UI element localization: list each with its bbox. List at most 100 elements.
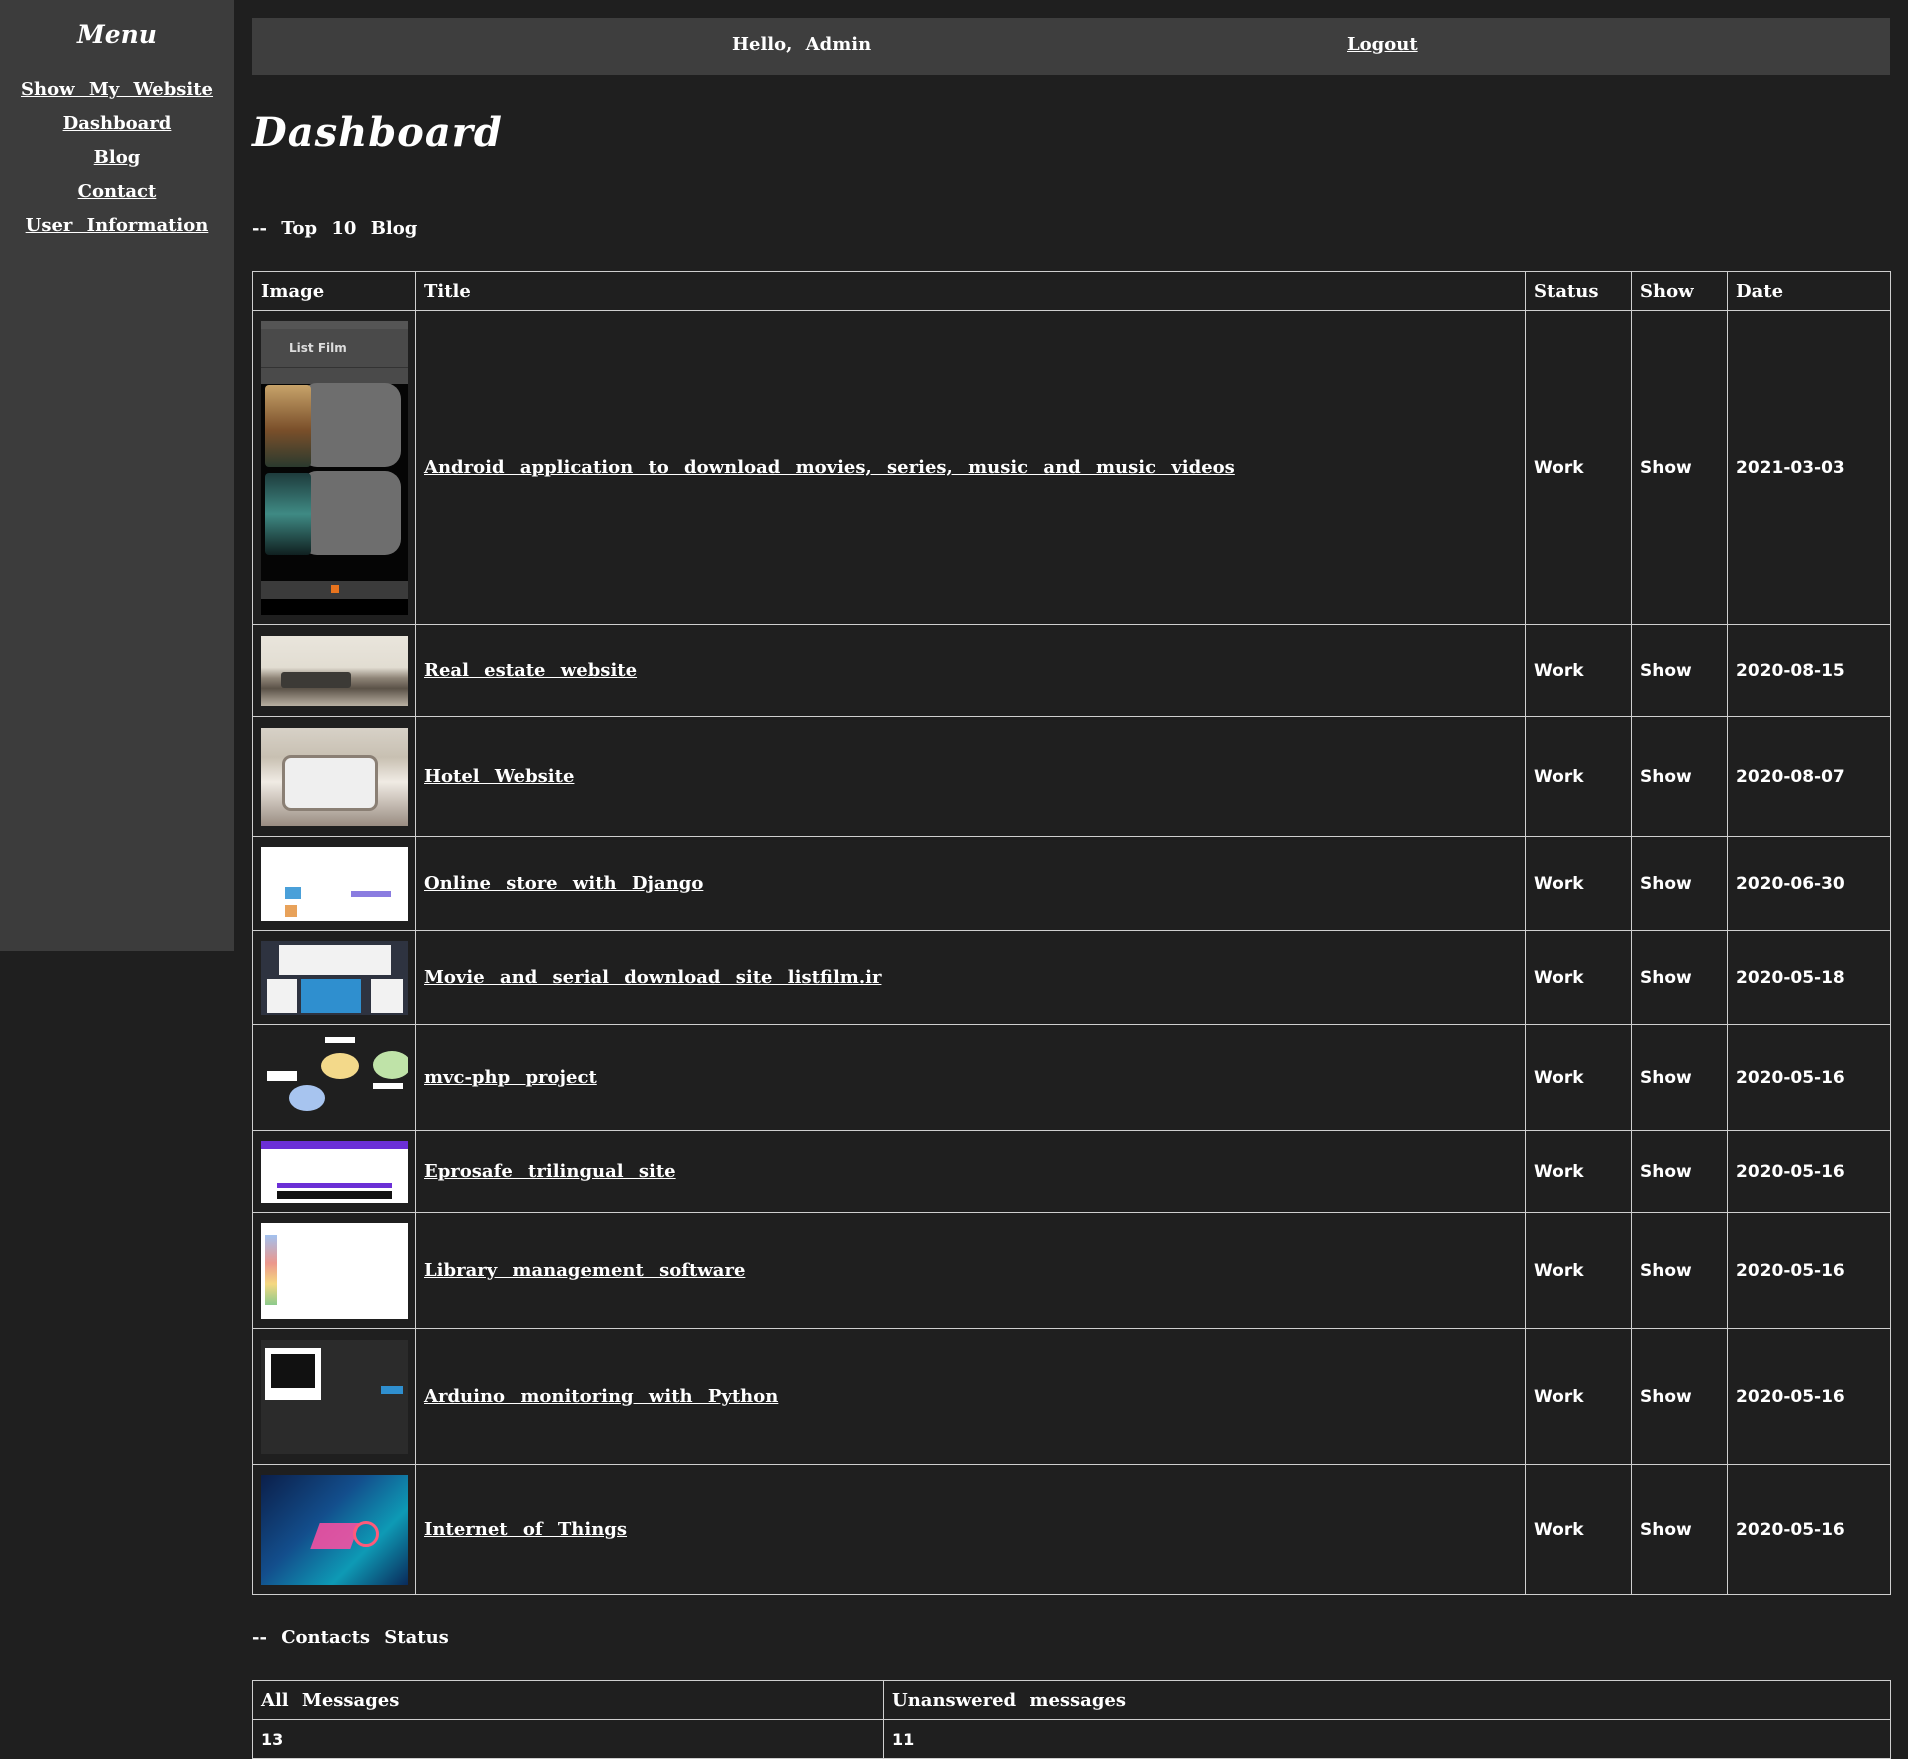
blog-title-link[interactable]: Library management software bbox=[424, 1260, 745, 1281]
status-cell: Work bbox=[1525, 930, 1632, 1025]
blog-title-link[interactable]: Hotel Website bbox=[424, 766, 574, 787]
table-row: Movie and serial download site listfilm.… bbox=[252, 930, 1891, 1025]
status-cell: Work bbox=[1525, 1024, 1632, 1131]
status-cell: Work bbox=[1525, 1130, 1632, 1213]
blog-thumbnail[interactable] bbox=[261, 940, 408, 1015]
sidebar: Menu Show My Website Dashboard Blog Cont… bbox=[0, 0, 234, 951]
title-cell: Android application to download movies, … bbox=[415, 310, 1526, 625]
blog-thumbnail[interactable] bbox=[261, 1032, 408, 1123]
show-cell[interactable]: Show bbox=[1631, 716, 1728, 837]
sidebar-item-show-my-website[interactable]: Show My Website bbox=[0, 73, 234, 107]
image-cell bbox=[252, 624, 416, 717]
column-header-image: Image bbox=[252, 271, 416, 311]
title-cell: Online store with Django bbox=[415, 836, 1526, 931]
show-cell[interactable]: Show bbox=[1631, 1328, 1728, 1465]
blog-section-heading: -- Top 10 Blog bbox=[252, 218, 418, 239]
column-header-show: Show bbox=[1631, 271, 1728, 311]
blog-thumbnail[interactable] bbox=[261, 846, 408, 921]
title-cell: Eprosafe trilingual site bbox=[415, 1130, 1526, 1213]
show-cell[interactable]: Show bbox=[1631, 1024, 1728, 1131]
column-header-all-messages: All Messages bbox=[252, 1680, 884, 1720]
status-cell: Work bbox=[1525, 1328, 1632, 1465]
image-cell bbox=[252, 1464, 416, 1595]
blog-title-link[interactable]: Real estate website bbox=[424, 660, 637, 681]
table-row: Hotel Website Work Show 2020-08-07 bbox=[252, 716, 1891, 837]
column-header-title: Title bbox=[415, 271, 1526, 311]
sidebar-item-blog[interactable]: Blog bbox=[0, 141, 234, 175]
sidebar-item-contact[interactable]: Contact bbox=[0, 175, 234, 209]
show-cell[interactable]: Show bbox=[1631, 1130, 1728, 1213]
greeting: Hello, Admin bbox=[732, 34, 872, 55]
title-cell: Real estate website bbox=[415, 624, 1526, 717]
all-messages-count: 13 bbox=[252, 1719, 884, 1759]
sidebar-item-user-information[interactable]: User Information bbox=[0, 209, 234, 243]
date-cell: 2020-05-16 bbox=[1727, 1024, 1891, 1131]
date-cell: 2020-06-30 bbox=[1727, 836, 1891, 931]
title-cell: Library management software bbox=[415, 1212, 1526, 1329]
image-cell bbox=[252, 836, 416, 931]
blog-thumbnail[interactable] bbox=[261, 1222, 408, 1319]
blog-thumbnail[interactable] bbox=[261, 727, 408, 826]
title-cell: Internet of Things bbox=[415, 1464, 1526, 1595]
column-header-unanswered-messages: Unanswered messages bbox=[883, 1680, 1891, 1720]
image-cell bbox=[252, 1212, 416, 1329]
image-cell bbox=[252, 1024, 416, 1131]
show-cell[interactable]: Show bbox=[1631, 1464, 1728, 1595]
sidebar-item-dashboard[interactable]: Dashboard bbox=[0, 107, 234, 141]
table-row: Arduino monitoring with Python Work Show… bbox=[252, 1328, 1891, 1465]
date-cell: 2020-05-18 bbox=[1727, 930, 1891, 1025]
column-header-status: Status bbox=[1525, 271, 1632, 311]
contacts-table: All Messages Unanswered messages 13 11 bbox=[252, 1680, 1891, 1759]
date-cell: 2020-05-16 bbox=[1727, 1212, 1891, 1329]
status-cell: Work bbox=[1525, 310, 1632, 625]
blog-table: Image Title Status Show Date List Film A… bbox=[252, 271, 1891, 1595]
status-cell: Work bbox=[1525, 1464, 1632, 1595]
show-cell[interactable]: Show bbox=[1631, 310, 1728, 625]
column-header-date: Date bbox=[1727, 271, 1891, 311]
show-cell[interactable]: Show bbox=[1631, 1212, 1728, 1329]
table-row: mvc-php project Work Show 2020-05-16 bbox=[252, 1024, 1891, 1131]
table-row: Library management software Work Show 20… bbox=[252, 1212, 1891, 1329]
table-row: Internet of Things Work Show 2020-05-16 bbox=[252, 1464, 1891, 1595]
blog-title-link[interactable]: Internet of Things bbox=[424, 1519, 627, 1540]
table-row: Eprosafe trilingual site Work Show 2020-… bbox=[252, 1130, 1891, 1213]
contacts-section-heading: -- Contacts Status bbox=[252, 1627, 449, 1648]
show-cell[interactable]: Show bbox=[1631, 836, 1728, 931]
blog-title-link[interactable]: mvc-php project bbox=[424, 1067, 597, 1088]
image-cell bbox=[252, 716, 416, 837]
image-cell bbox=[252, 1130, 416, 1213]
blog-title-link[interactable]: Arduino monitoring with Python bbox=[424, 1386, 778, 1407]
table-row: List Film Android application to downloa… bbox=[252, 310, 1891, 625]
table-row: 13 11 bbox=[252, 1719, 1891, 1759]
blog-thumbnail[interactable] bbox=[261, 635, 408, 706]
date-cell: 2020-05-16 bbox=[1727, 1130, 1891, 1213]
blog-thumbnail[interactable] bbox=[261, 1474, 408, 1585]
menu-title: Menu bbox=[77, 20, 157, 49]
blog-title-link[interactable]: Online store with Django bbox=[424, 873, 703, 894]
image-cell: List Film bbox=[252, 310, 416, 625]
title-cell: mvc-php project bbox=[415, 1024, 1526, 1131]
blog-thumbnail[interactable] bbox=[261, 1339, 408, 1454]
logout-link[interactable]: Logout bbox=[1347, 34, 1418, 55]
blog-title-link[interactable]: Android application to download movies, … bbox=[424, 457, 1235, 478]
blog-thumbnail[interactable] bbox=[261, 1140, 408, 1203]
date-cell: 2021-03-03 bbox=[1727, 310, 1891, 625]
table-row: Online store with Django Work Show 2020-… bbox=[252, 836, 1891, 931]
image-cell bbox=[252, 1328, 416, 1465]
thumb-title: List Film bbox=[261, 328, 408, 367]
blog-title-link[interactable]: Movie and serial download site listfilm.… bbox=[424, 967, 881, 988]
date-cell: 2020-05-16 bbox=[1727, 1328, 1891, 1465]
page-title: Dashboard bbox=[252, 109, 503, 156]
status-cell: Work bbox=[1525, 716, 1632, 837]
title-cell: Arduino monitoring with Python bbox=[415, 1328, 1526, 1465]
image-cell bbox=[252, 930, 416, 1025]
show-cell[interactable]: Show bbox=[1631, 624, 1728, 717]
table-row: Real estate website Work Show 2020-08-15 bbox=[252, 624, 1891, 717]
status-cell: Work bbox=[1525, 624, 1632, 717]
status-cell: Work bbox=[1525, 836, 1632, 931]
show-cell[interactable]: Show bbox=[1631, 930, 1728, 1025]
blog-title-link[interactable]: Eprosafe trilingual site bbox=[424, 1161, 676, 1182]
blog-table-header: Image Title Status Show Date bbox=[252, 271, 1891, 311]
date-cell: 2020-08-07 bbox=[1727, 716, 1891, 837]
blog-thumbnail[interactable]: List Film bbox=[261, 320, 408, 615]
